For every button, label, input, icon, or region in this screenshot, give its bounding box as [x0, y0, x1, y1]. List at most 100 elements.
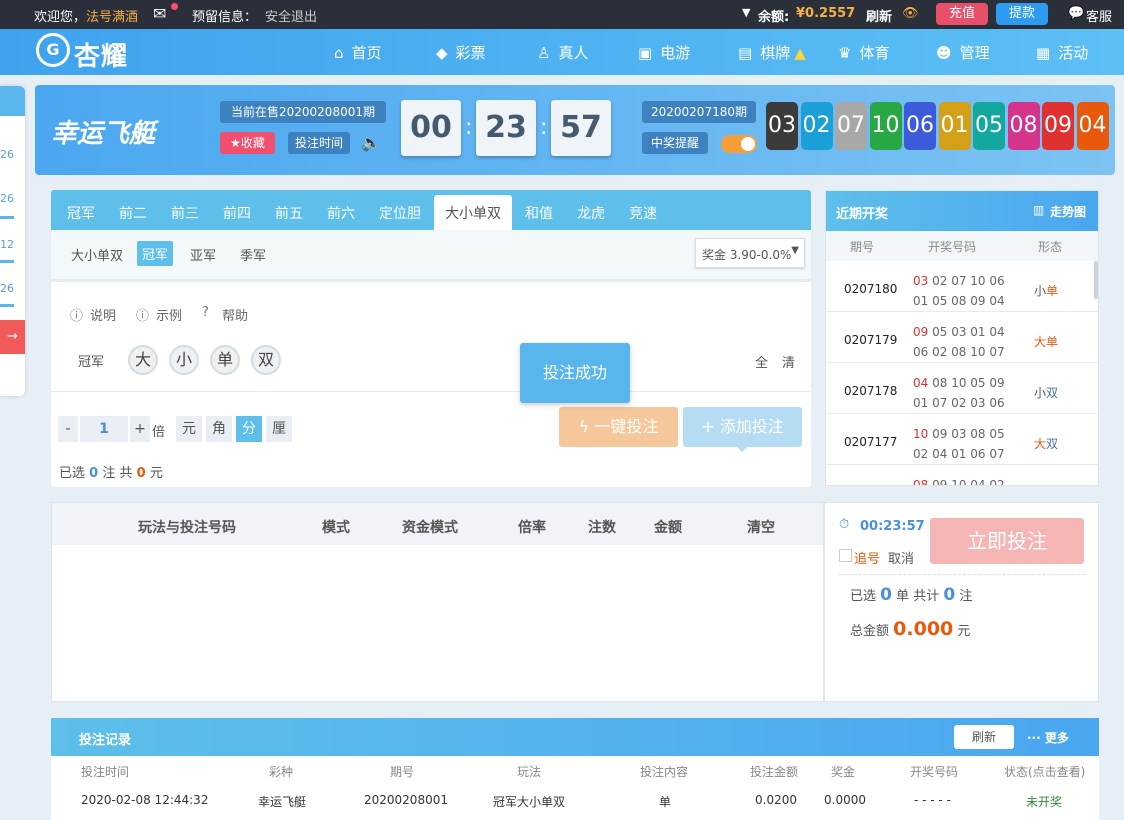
- help-example-link[interactable]: 示例: [156, 305, 182, 324]
- chase-checkbox[interactable]: [839, 549, 852, 562]
- game-title: 幸运飞艇: [51, 119, 156, 149]
- withdraw-button[interactable]: 提款: [996, 3, 1048, 25]
- column-shape: 形态: [1038, 240, 1063, 254]
- favorite-button[interactable]: ★收藏: [220, 132, 275, 154]
- subtab-champion[interactable]: 冠军: [137, 241, 174, 266]
- nav-label: 管理: [959, 44, 990, 62]
- subtab-third[interactable]: 季军: [240, 245, 266, 264]
- recent-draws-list[interactable]: 0207180 03 02 07 10 06 01 05 08 09 04 小单 02…: [826, 261, 1098, 485]
- tab-top2[interactable]: 前二: [119, 203, 147, 223]
- option-big[interactable]: 大: [128, 345, 158, 375]
- records-more-link[interactable]: ··· 更多: [1027, 729, 1069, 746]
- win-notice-toggle[interactable]: [721, 135, 757, 153]
- nav-cards[interactable]: ▤ 棋牌 ▲: [738, 42, 806, 63]
- winning-ball: 09: [1042, 102, 1074, 150]
- customer-service-link[interactable]: 客服: [1086, 6, 1112, 25]
- column-fund-mode: 资金模式: [402, 520, 458, 536]
- mail-icon[interactable]: ✉: [153, 4, 166, 23]
- tab-race[interactable]: 竞速: [629, 203, 657, 223]
- refresh-link[interactable]: 刷新: [866, 6, 892, 25]
- tab-dragon-tiger[interactable]: 龙虎: [577, 203, 605, 223]
- records-refresh-button[interactable]: 刷新: [954, 725, 1014, 749]
- cart-amount-label: 总金额: [850, 624, 890, 639]
- record-column: 玩法: [517, 765, 542, 779]
- select-all-button[interactable]: 全: [755, 352, 768, 371]
- side-value: 12: [0, 238, 14, 251]
- nav-label: 棋牌: [760, 44, 791, 62]
- record-column: 奖金: [831, 765, 856, 779]
- username[interactable]: 法号满酒: [86, 6, 138, 25]
- record-status-link[interactable]: 未开奖: [1026, 793, 1062, 810]
- draw-row[interactable]: 0207177 10 09 03 08 05 02 04 01 06 07 大双: [826, 414, 1098, 465]
- tab-champion[interactable]: 冠军: [67, 203, 95, 223]
- unit-jiao[interactable]: 角: [206, 416, 232, 442]
- clear-selection-button[interactable]: 清: [782, 352, 795, 371]
- winning-ball: 10: [869, 102, 902, 150]
- draw-row[interactable]: 0207180 03 02 07 10 06 01 05 08 09 04 小单: [826, 261, 1098, 312]
- side-bar: [0, 216, 14, 219]
- chevron-down-icon[interactable]: ▼: [742, 6, 750, 19]
- subtab-second[interactable]: 亚军: [190, 245, 216, 264]
- clear-cart-button[interactable]: 清空: [747, 517, 775, 537]
- draw-row[interactable]: 0207179 09 05 03 01 04 06 02 08 10 07 大单: [826, 312, 1098, 363]
- option-even[interactable]: 双: [251, 345, 281, 375]
- prize-select[interactable]: 奖金 3.90-0.0% ▼: [695, 238, 805, 268]
- option-odd[interactable]: 单: [210, 345, 240, 375]
- draw-issue: 0207180: [844, 282, 898, 296]
- nav-slots[interactable]: ▣ 电游: [638, 42, 690, 63]
- draw-shape: 大双: [1034, 435, 1058, 452]
- last-issue: 20200207180期: [642, 101, 756, 123]
- option-small[interactable]: 小: [169, 345, 199, 375]
- unit-fen[interactable]: 分: [236, 416, 262, 442]
- tab-top4[interactable]: 前四: [223, 203, 251, 223]
- submit-bet-button[interactable]: 立即投注: [930, 518, 1084, 564]
- cancel-link[interactable]: 取消: [888, 548, 914, 567]
- logout-link[interactable]: 安全退出: [265, 6, 317, 25]
- nav-promotions[interactable]: ▦ 活动: [1036, 42, 1088, 63]
- brand-logo[interactable]: 杏耀: [74, 36, 128, 73]
- eye-hidden-icon[interactable]: 👁: [902, 6, 919, 21]
- draw-row[interactable]: 08 09 10 04 02: [826, 465, 1098, 485]
- diamond-icon: ◆: [436, 44, 448, 62]
- unit-yuan[interactable]: 元: [176, 416, 202, 442]
- winning-ball: 07: [835, 102, 867, 150]
- chat-icon[interactable]: 💬: [1068, 6, 1084, 21]
- tab-position[interactable]: 定位胆: [379, 203, 421, 223]
- draw-numbers: 10 09 03 08 05 02 04 01 06 07: [913, 424, 1008, 464]
- nav-live[interactable]: ♙ 真人: [537, 42, 588, 63]
- subtab-all[interactable]: 大小单双: [71, 245, 123, 264]
- multiplier-decrement[interactable]: -: [58, 416, 78, 442]
- tab-big-small-odd-even[interactable]: 大小单双: [434, 195, 512, 230]
- help-link[interactable]: 帮助: [222, 305, 248, 324]
- tab-top6[interactable]: 前六: [327, 203, 355, 223]
- add-bet-button[interactable]: + 添加投注: [683, 407, 802, 447]
- divider: [839, 574, 1085, 575]
- nav-sports[interactable]: ♛ 体育: [838, 42, 889, 63]
- game-banner: 幸运飞艇 当前在售20200208001期 ★收藏 投注时间 🔈 00 : 23…: [35, 85, 1115, 175]
- multiplier-input[interactable]: 1: [80, 416, 128, 442]
- current-issue: 当前在售20200208001期: [220, 101, 386, 123]
- nav-manage[interactable]: ☻ 管理: [936, 42, 990, 63]
- one-click-bet-button[interactable]: ϟ 一键投注: [559, 407, 678, 447]
- draw-row[interactable]: 0207178 04 08 10 05 09 01 07 02 03 06 小双: [826, 363, 1098, 414]
- chase-label[interactable]: 追号: [854, 548, 880, 567]
- arrow-right-icon[interactable]: →: [0, 320, 25, 354]
- nav-lottery[interactable]: ◆ 彩票: [436, 42, 486, 63]
- nav-home[interactable]: ⌂ 首页: [334, 42, 382, 63]
- speaker-icon[interactable]: 🔈: [361, 133, 381, 152]
- record-column: 投注内容: [640, 765, 689, 779]
- bet-time-button[interactable]: 投注时间: [288, 132, 350, 154]
- top-bar: 欢迎您， 法号满酒 ✉ 预留信息： 安全退出 ▼ 余额: ¥0.2557 刷新 …: [0, 0, 1124, 29]
- record-issue: 20200208001: [364, 793, 448, 807]
- multiplier-increment[interactable]: +: [130, 416, 150, 442]
- tab-top5[interactable]: 前五: [275, 203, 303, 223]
- scrollbar-thumb[interactable]: [1094, 261, 1098, 299]
- record-time: 2020-02-08 12:44:32: [81, 793, 209, 807]
- recharge-button[interactable]: 充值: [936, 3, 988, 25]
- help-explain-link[interactable]: 说明: [90, 305, 116, 324]
- tab-top3[interactable]: 前三: [171, 203, 199, 223]
- trend-chart-link[interactable]: 走势图: [1050, 203, 1086, 220]
- tab-sum[interactable]: 和值: [525, 203, 553, 223]
- logo-icon[interactable]: G: [36, 33, 70, 67]
- unit-li[interactable]: 厘: [266, 416, 292, 442]
